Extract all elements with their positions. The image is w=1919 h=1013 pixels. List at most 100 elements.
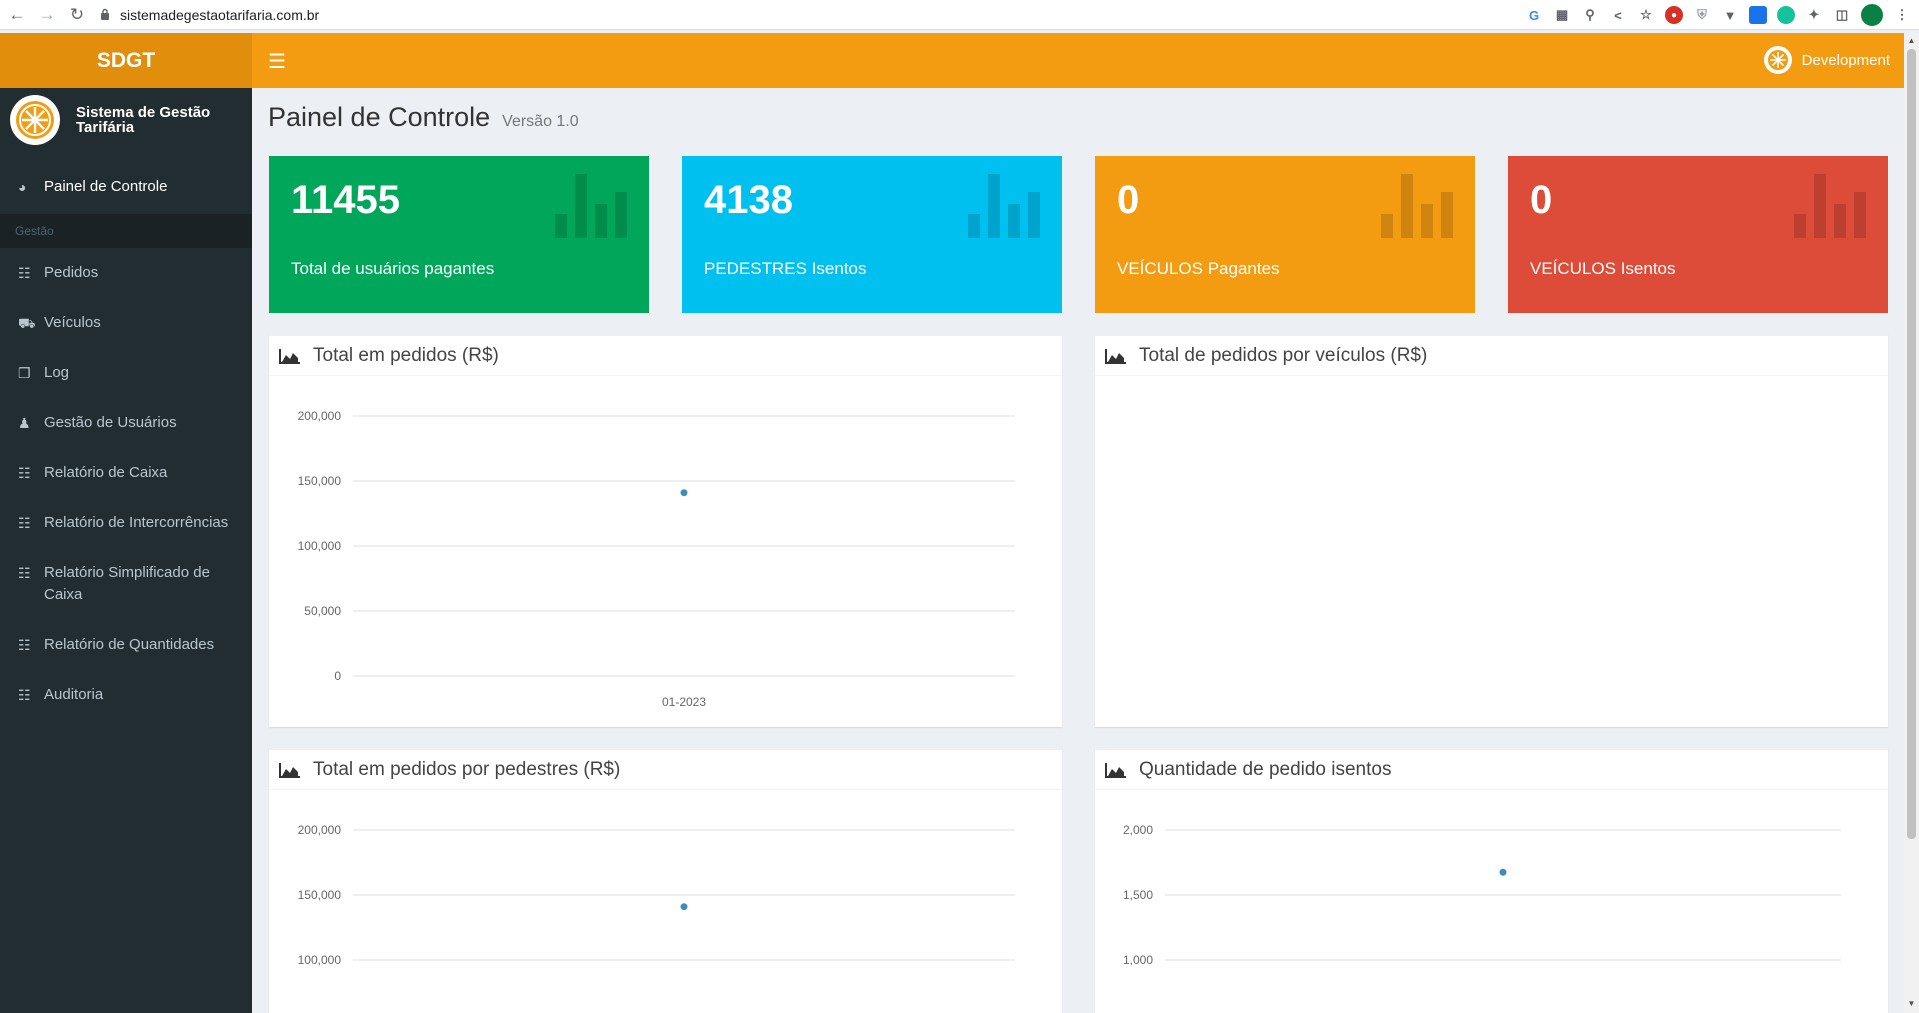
sidebar-item-label: Relatório de Caixa bbox=[44, 464, 168, 481]
y-tick-label: 50,000 bbox=[304, 604, 341, 618]
y-tick-label: 150,000 bbox=[298, 888, 342, 902]
side-panel-icon[interactable]: ◫ bbox=[1833, 6, 1851, 24]
sidebar-item-relatorio-quantidades[interactable]: ☷ Relatório de Quantidades bbox=[0, 622, 252, 668]
box-header: Quantidade de pedido isentos bbox=[1095, 750, 1888, 790]
truck-icon: ⛟ bbox=[18, 315, 36, 331]
stat-box-veiculos-isentos: 0 VEÍCULOS Isentos bbox=[1508, 156, 1888, 313]
data-point[interactable] bbox=[680, 903, 688, 911]
sidebar-item-label: Auditoria bbox=[44, 686, 104, 703]
stat-box-veiculos-pagantes: 0 VEÍCULOS Pagantes bbox=[1095, 156, 1475, 313]
chart-title: Quantidade de pedido isentos bbox=[1139, 758, 1392, 780]
stat-label: PEDESTRES Isentos bbox=[704, 259, 867, 278]
shield-extension-icon[interactable]: ⛨ bbox=[1693, 6, 1711, 24]
y-tick-label: 2,000 bbox=[1123, 823, 1153, 837]
sidebar-item-pedidos[interactable]: ☷ Pedidos bbox=[0, 250, 252, 296]
system-logo bbox=[10, 95, 60, 145]
chart-total-pedidos: 200,000 150,000 100,000 50,000 0 01-2023 bbox=[298, 409, 1015, 709]
data-point[interactable] bbox=[1499, 868, 1507, 876]
y-tick-label: 200,000 bbox=[298, 409, 342, 423]
back-arrow-icon[interactable]: ← bbox=[4, 2, 30, 28]
chart-title: Total em pedidos por pedestres (R$) bbox=[313, 758, 621, 780]
content-header: Painel de Controle Versão 1.0 bbox=[268, 102, 579, 133]
star-icon[interactable]: ☆ bbox=[1637, 6, 1655, 24]
area-chart-icon bbox=[279, 348, 300, 364]
sidebar-item-label: Relatório Simplificado de Caixa bbox=[44, 564, 210, 603]
sidebar-item-veiculos[interactable]: ⛟ Veículos bbox=[0, 300, 252, 346]
bar-chart-icon bbox=[555, 174, 627, 238]
zoom-icon[interactable]: ⚲ bbox=[1581, 6, 1599, 24]
stat-value: 0 bbox=[1117, 178, 1140, 222]
stat-value: 11455 bbox=[291, 178, 401, 222]
x-tick-label: 01-2023 bbox=[662, 695, 706, 709]
hamburger-menu-icon[interactable]: ☰ bbox=[268, 49, 286, 74]
y-tick-label: 1,500 bbox=[1123, 888, 1153, 902]
stat-box-usuarios-pagantes: 11455 Total de usuários pagantes bbox=[269, 156, 649, 313]
scroll-down-arrow-icon[interactable]: ▼ bbox=[1907, 999, 1916, 1008]
user-menu[interactable]: Development bbox=[1763, 46, 1890, 74]
file-pdf-icon: ☷ bbox=[18, 637, 31, 653]
stat-value: 4138 bbox=[704, 178, 793, 222]
lock-icon bbox=[100, 7, 110, 23]
chart-pedidos-veiculos bbox=[1095, 376, 1888, 727]
sidebar-item-log[interactable]: ❐ Log bbox=[0, 350, 252, 396]
chart-title: Total em pedidos (R$) bbox=[313, 344, 499, 366]
sidebar-item-auditoria[interactable]: ☷ Auditoria bbox=[0, 672, 252, 718]
stat-label: VEÍCULOS Isentos bbox=[1530, 259, 1676, 278]
user-avatar bbox=[1763, 46, 1792, 74]
stat-label: VEÍCULOS Pagantes bbox=[1117, 259, 1280, 278]
system-name: Sistema de Gestão Tarifária bbox=[76, 104, 211, 136]
file-pdf-icon: ☷ bbox=[18, 465, 31, 481]
reload-icon[interactable]: ↻ bbox=[64, 2, 90, 28]
adblock-icon[interactable]: ● bbox=[1665, 6, 1683, 24]
y-tick-label: 200,000 bbox=[298, 823, 342, 837]
puzzle-icon[interactable]: ✦ bbox=[1805, 6, 1823, 24]
chart-pedidos-isentos: 2,000 1,500 1,000 bbox=[1123, 823, 1841, 967]
file-pdf-icon: ☷ bbox=[18, 265, 31, 281]
chart-box-total-pedidos: Total em pedidos (R$) 200,000 150,000 100,… bbox=[269, 333, 1062, 727]
chart-box-pedidos-isentos: Quantidade de pedido isentos 2,000 1,500 1… bbox=[1095, 747, 1888, 1013]
sidebar-item-relatorio-caixa[interactable]: ☷ Relatório de Caixa bbox=[0, 450, 252, 496]
y-tick-label: 1,000 bbox=[1123, 953, 1153, 967]
sidebar-item-relatorio-simplificado[interactable]: ☷ Relatório Simplificado de Caixa bbox=[0, 550, 252, 618]
sidebar-item-label: Veículos bbox=[44, 314, 101, 331]
kebab-menu-icon[interactable]: ⋮ bbox=[1893, 6, 1911, 24]
chart-box-pedidos-veiculos: Total de pedidos por veículos (R$) bbox=[1095, 333, 1888, 727]
user-panel: Sistema de Gestão Tarifária bbox=[0, 88, 252, 152]
scroll-up-arrow-icon[interactable]: ▲ bbox=[1907, 36, 1916, 45]
chart-pedidos-pedestres: 200,000 150,000 100,000 bbox=[298, 823, 1015, 967]
data-point[interactable] bbox=[680, 489, 688, 497]
google-icon[interactable]: G bbox=[1525, 6, 1543, 24]
y-tick-label: 0 bbox=[334, 669, 341, 683]
sidebar-item-label: Gestão de Usuários bbox=[44, 414, 177, 431]
translate-icon[interactable]: ▦ bbox=[1553, 6, 1571, 24]
page-scrollbar[interactable]: ▲ ▼ bbox=[1904, 33, 1919, 1013]
sidebar-item-relatorio-intercorrencias[interactable]: ☷ Relatório de Intercorrências bbox=[0, 500, 252, 546]
chart-title: Total de pedidos por veículos (R$) bbox=[1139, 344, 1428, 366]
vpn-extension-icon[interactable]: ▼ bbox=[1721, 6, 1739, 24]
page-version: Versão 1.0 bbox=[502, 113, 579, 130]
box-header: Total em pedidos por pedestres (R$) bbox=[269, 750, 1062, 790]
share-icon[interactable]: < bbox=[1609, 6, 1627, 24]
y-tick-label: 150,000 bbox=[298, 474, 342, 488]
forward-arrow-icon[interactable]: → bbox=[34, 2, 60, 28]
area-chart-icon bbox=[1105, 348, 1126, 364]
grammarly-icon[interactable] bbox=[1777, 6, 1795, 24]
user-icon: ♟ bbox=[18, 415, 31, 431]
sidebar-item-label: Painel de Controle bbox=[44, 178, 168, 195]
bar-chart-icon bbox=[968, 174, 1040, 238]
sidebar-item-label: Pedidos bbox=[44, 264, 99, 281]
sidebar-item-dashboard[interactable]: ◕ Painel de Controle bbox=[0, 164, 252, 210]
file-pdf-icon: ☷ bbox=[18, 565, 31, 581]
scroll-thumb[interactable] bbox=[1907, 49, 1916, 839]
url-text: sistemadegestaotarifaria.com.br bbox=[120, 6, 320, 23]
bar-chart-icon bbox=[1381, 174, 1453, 238]
address-bar[interactable]: sistemadegestaotarifaria.com.br bbox=[100, 3, 319, 27]
fi-extension-icon[interactable] bbox=[1749, 6, 1767, 24]
logo[interactable]: SDGT bbox=[0, 33, 252, 88]
stat-box-pedestres-isentos: 4138 PEDESTRES Isentos bbox=[682, 156, 1062, 313]
sidebar: Sistema de Gestão Tarifária ◕ Painel de … bbox=[0, 88, 252, 1013]
area-chart-icon bbox=[1105, 762, 1126, 778]
profile-avatar[interactable] bbox=[1861, 4, 1883, 26]
sidebar-section-header: Gestão bbox=[0, 214, 252, 248]
sidebar-item-gestao-usuarios[interactable]: ♟ Gestão de Usuários bbox=[0, 400, 252, 446]
